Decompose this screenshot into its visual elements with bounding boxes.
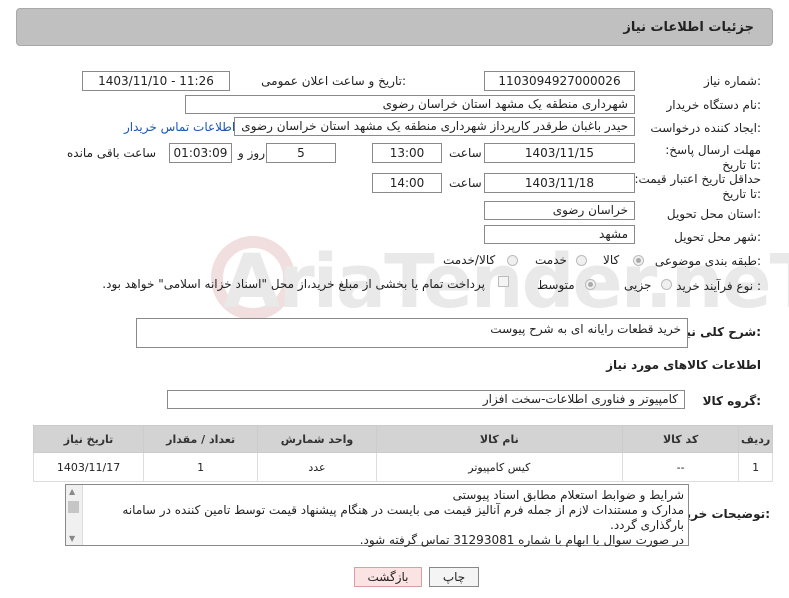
price-validity-date-field: 1403/11/18	[484, 173, 635, 193]
buyer-org-field: شهرداری منطقه یک مشهد استان خراسان رضوی	[185, 95, 635, 114]
process-medium-label: متوسط	[537, 278, 575, 292]
cell-unit: عدد	[257, 452, 377, 482]
announce-label: تاریخ و ساعت اعلان عمومی:	[261, 74, 406, 88]
deadline-time-field: 13:00	[372, 143, 442, 163]
col-header-unit: واحد شمارش	[257, 425, 377, 453]
process-minor-radio[interactable]	[661, 279, 672, 290]
deadline-date-field: 1403/11/15	[484, 143, 635, 163]
process-medium-radio[interactable]	[585, 279, 596, 290]
buyer-notes-box: ▲ ▼ شرایط و ضوابط استعلام مطابق اسناد پی…	[65, 484, 689, 547]
scroll-up-icon[interactable]: ▲	[69, 487, 75, 496]
cell-name: کیس کامپیوتر	[375, 452, 623, 482]
city-label: شهر محل تحویل:	[674, 230, 761, 244]
buyer-org-label: نام دستگاه خریدار:	[666, 98, 762, 112]
treasury-payment-note: پرداخت تمام یا بخشی از مبلغ خرید،از محل …	[102, 277, 485, 291]
print-button[interactable]: چاپ	[429, 567, 479, 587]
city-field: مشهد	[484, 225, 635, 244]
requester-field: حیدر باغبان طرقدر کارپرداز شهرداری منطقه…	[234, 117, 635, 136]
goods-group-label: گروه کالا:	[702, 394, 761, 408]
need-number-label: شماره نیاز:	[703, 74, 761, 88]
cell-date: 1403/11/17	[32, 452, 145, 482]
page-title: جزئیات اطلاعات نیاز	[623, 20, 754, 35]
cell-qty: 1	[143, 452, 259, 482]
deadline-label: مهلت ارسال پاسخ: تا تاریخ:	[665, 143, 761, 172]
category-goods-service-radio[interactable]	[507, 255, 518, 266]
scroll-down-icon[interactable]: ▼	[69, 534, 75, 543]
days-field: 5	[266, 143, 336, 163]
buyer-contact-link[interactable]: اطلاعات تماس خریدار	[124, 120, 235, 134]
page-frame: جزئیات اطلاعات نیاز AriaTender.neT شماره…	[13, 4, 789, 594]
treasury-payment-checkbox[interactable]	[498, 276, 509, 287]
table-header-row: ردیف کد کالا نام کالا واحد شمارش تعداد /…	[32, 425, 773, 453]
col-header-name: نام کالا	[375, 425, 623, 453]
description-field: خرید قطعات رایانه ای به شرح پیوست	[136, 318, 688, 348]
province-label: استان محل تحویل:	[666, 207, 761, 221]
col-header-code: کد کالا	[621, 425, 740, 453]
category-goods-service-label: کالا/خدمت	[443, 253, 496, 267]
col-header-date: تاریخ نیاز	[32, 425, 145, 453]
purchase-process-label: نوع فرآیند خرید :	[676, 279, 761, 293]
requester-label: ایجاد کننده درخواست:	[650, 121, 761, 135]
category-service-label: خدمت	[535, 253, 567, 267]
announce-datetime-field: 1403/11/10 - 11:26	[82, 71, 230, 91]
cell-code: --	[621, 452, 740, 482]
page-header: جزئیات اطلاعات نیاز	[16, 8, 773, 46]
province-field: خراسان رضوی	[484, 201, 635, 220]
need-number-field: 1103094927000026	[484, 71, 635, 91]
category-label: طبقه بندی موضوعی:	[654, 254, 761, 268]
scroll-thumb[interactable]	[68, 501, 79, 513]
category-goods-label: کالا	[603, 253, 620, 267]
remaining-time-field: 01:03:09	[169, 143, 232, 163]
category-service-radio[interactable]	[576, 255, 587, 266]
col-header-qty: تعداد / مقدار	[143, 425, 259, 453]
remaining-label: ساعت باقی مانده	[67, 146, 157, 160]
price-validity-time-label: ساعت	[449, 176, 482, 190]
process-minor-label: جزیی	[624, 278, 652, 292]
notes-scrollbar[interactable]: ▲ ▼	[66, 485, 83, 545]
goods-group-field: کامپیوتر و فناوری اطلاعات-سخت افزار	[167, 390, 685, 409]
category-goods-radio[interactable]	[633, 255, 644, 266]
goods-info-title: اطلاعات کالاهای مورد نیاز	[606, 358, 761, 372]
cell-row-no: 1	[738, 452, 773, 482]
deadline-time-label: ساعت	[449, 146, 482, 160]
buyer-notes-text: شرایط و ضوابط استعلام مطابق اسناد پیوستی…	[122, 488, 684, 547]
col-header-row-no: ردیف	[738, 425, 773, 453]
table-row: 1 -- کیس کامپیوتر عدد 1 1403/11/17	[32, 452, 773, 482]
price-validity-time-field: 14:00	[372, 173, 442, 193]
price-validity-label: حداقل تاریخ اعتبار قیمت: تا تاریخ:	[634, 172, 761, 201]
days-label: روز و	[238, 146, 265, 160]
back-button[interactable]: بازگشت	[354, 567, 422, 587]
goods-table: ردیف کد کالا نام کالا واحد شمارش تعداد /…	[32, 425, 773, 482]
